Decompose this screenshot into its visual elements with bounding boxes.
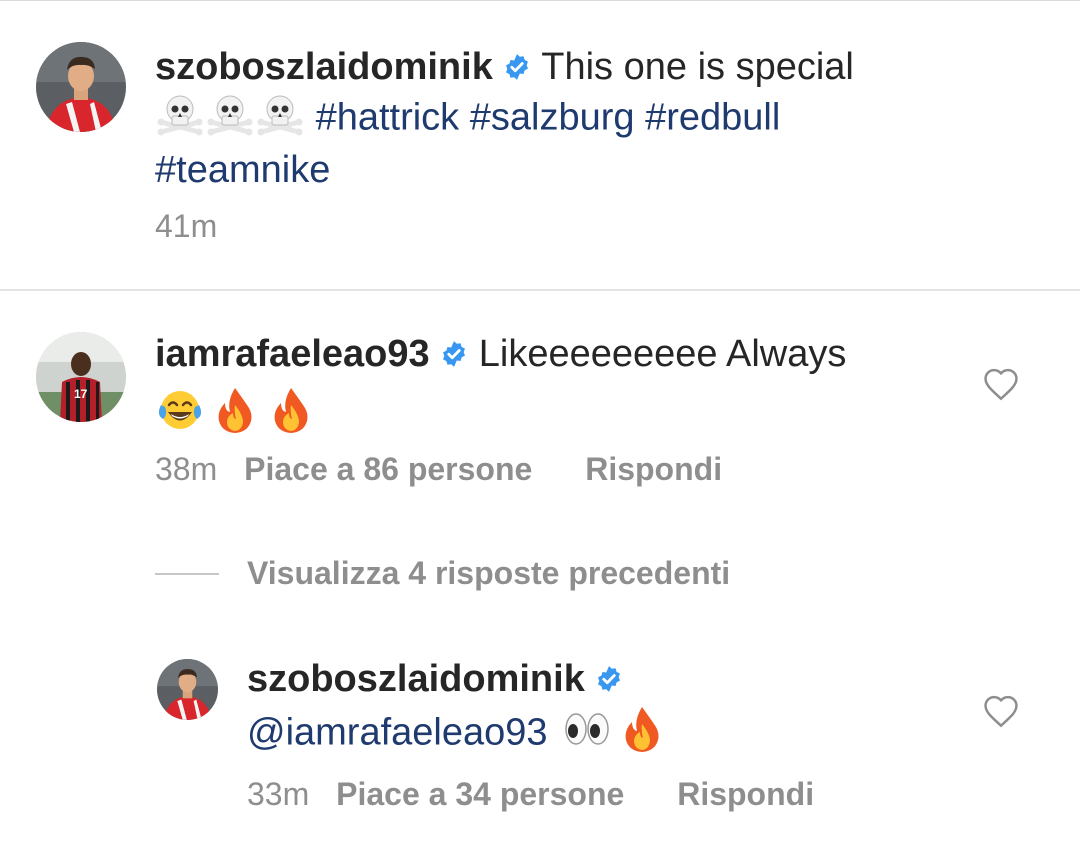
caption-text: szoboszlaidominik This one is special #h… [155,44,1035,193]
caption-message: This one is special [541,46,854,88]
hashtag-link[interactable]: #hattrick [316,97,460,139]
fire-icon [620,704,664,765]
verified-badge-icon [440,333,468,379]
fire-icon [269,385,313,446]
mention-link[interactable]: @iamrafaeleao93 [247,712,548,754]
fire-icon [213,385,257,446]
comment-meta: 38m Piace a 86 persone Rispondi [155,449,722,489]
reply-likes-link[interactable]: Piace a 34 persone [336,776,624,812]
section-divider [0,289,1080,291]
face-tears-of-joy-icon [155,387,205,444]
svg-text:17: 17 [74,387,88,401]
caption-username[interactable]: szoboszlaidominik [155,46,493,88]
eyes-icon [562,709,612,760]
comment-reply-button[interactable]: Rispondi [585,451,722,487]
verified-badge-icon [503,46,531,92]
skull-crossbones-icon [255,92,305,147]
hashtag-link[interactable]: #redbull [645,97,780,139]
comment-message: Likeeeeeeeee Always [478,333,847,375]
verified-badge-icon [595,658,623,704]
reply-meta: 33m Piace a 34 persone Rispondi [247,774,814,814]
avatar-szoboszlaidominik[interactable] [36,42,126,132]
reply-username[interactable]: szoboszlaidominik [247,658,585,700]
like-heart-icon[interactable] [982,367,1020,406]
reply-reply-button[interactable]: Rispondi [677,776,814,812]
avatar-iamrafaeleao93[interactable]: 17 [36,332,126,422]
reply-text: szoboszlaidominik @iamrafaeleao93 [247,656,947,765]
replies-line [155,573,219,575]
reply-timestamp: 33m [247,776,310,812]
comment-timestamp: 38m [155,451,218,487]
top-divider [0,0,1080,1]
comment-username[interactable]: iamrafaeleao93 [155,333,430,375]
hashtag-link[interactable]: #salzburg [470,97,635,139]
caption-timestamp: 41m [155,208,218,244]
comment-likes-link[interactable]: Piace a 86 persone [244,451,532,487]
skull-crossbones-icon [205,92,255,147]
comment-text: iamrafaeleao93 Likeeeeeeeee Always [155,331,955,446]
avatar-szoboszlaidominik-reply[interactable] [157,659,218,720]
hashtag-link[interactable]: #teamnike [155,149,330,191]
like-heart-icon[interactable] [982,694,1020,733]
view-previous-replies-button[interactable]: Visualizza 4 risposte precedenti [247,553,730,593]
skull-crossbones-icon [155,92,205,147]
